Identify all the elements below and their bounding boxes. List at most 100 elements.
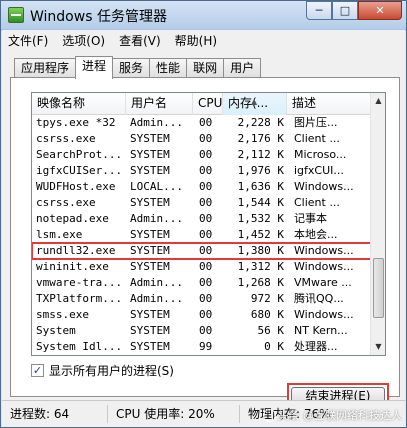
cell-user-name: SYSTEM	[130, 164, 170, 177]
cell-description: Client ...	[294, 132, 340, 145]
cell-user-name: SYSTEM	[130, 132, 170, 145]
vertical-scrollbar[interactable]: ▲ ▼	[370, 93, 385, 355]
watermark: 头条 @互联网络科技达人	[262, 407, 402, 423]
window-title: Windows 任务管理器	[30, 9, 167, 25]
menu-bar: 文件(F) 选项(O) 查看(V) 帮助(H)	[2, 30, 405, 50]
cell-cpu: 00	[199, 132, 213, 145]
scrollbar-thumb[interactable]	[373, 258, 384, 318]
cell-user-name: Admin...	[130, 292, 183, 305]
cell-cpu: 00	[199, 292, 213, 305]
cell-image-name: System	[36, 324, 76, 337]
column-memory[interactable]: 内存(... ▲	[223, 93, 287, 115]
cell-user-name: SYSTEM	[130, 196, 170, 209]
menu-view[interactable]: 查看(V)	[119, 32, 161, 49]
column-memory-label: 内存(...	[228, 96, 269, 110]
cell-description: 处理器...	[294, 340, 338, 353]
cell-description: 本地会...	[294, 228, 338, 241]
close-button[interactable]: ✕	[358, 1, 402, 20]
cell-user-name: Admin...	[130, 212, 183, 225]
table-row[interactable]: csrss.exe SYSTEM 00 2,176 K Client ...	[32, 131, 372, 147]
cell-cpu: 00	[199, 212, 213, 225]
cell-cpu: 00	[199, 308, 213, 321]
table-row[interactable]: igfxCUISer... SYSTEM 00 1,976 K igfxCUI...	[32, 163, 372, 179]
cell-cpu: 00	[199, 116, 213, 129]
cell-cpu: 00	[199, 260, 213, 273]
column-description[interactable]: 描述	[287, 93, 372, 115]
process-list-header: 映像名称 用户名 CPU 内存(... ▲ 描述	[32, 93, 372, 115]
tab-networking[interactable]: 联网	[186, 58, 225, 78]
table-row[interactable]: smss.exe SYSTEM 00 680 K Windows...	[32, 307, 372, 323]
process-rows: tpys.exe *32 Admin... 00 2,228 K 图片压... csrss…	[32, 115, 373, 355]
cell-description: Windows...	[294, 244, 354, 257]
cell-memory: 0 K	[264, 340, 284, 353]
show-all-users-checkbox[interactable]: ✓	[31, 364, 44, 377]
client-area: 应用程序 进程 服务 性能 联网 用户 映像名称 用户名 CPU 内存(... ▲…	[2, 50, 405, 409]
task-manager-icon	[8, 7, 24, 23]
cell-image-name: tpys.exe *32	[36, 116, 116, 129]
cell-cpu: 00	[199, 228, 213, 241]
cell-image-name: smss.exe	[36, 308, 89, 321]
table-row[interactable]: wininit.exe SYSTEM 00 1,312 K Windows...	[32, 259, 372, 275]
tab-services[interactable]: 服务	[112, 58, 151, 78]
cell-description: Windows...	[294, 308, 354, 321]
table-row[interactable]: notepad.exe Admin... 00 1,532 K 记事本	[32, 211, 372, 227]
cell-memory: 2,112 K	[237, 148, 284, 161]
table-row-selected[interactable]: rundll32.exe SYSTEM 00 1,380 K Windows...	[32, 242, 373, 260]
cell-cpu: 00	[199, 196, 213, 209]
minimize-button[interactable]: ─	[306, 1, 332, 20]
table-row[interactable]: System SYSTEM 00 56 K NT Kern...	[32, 323, 372, 339]
table-row[interactable]: tpys.exe *32 Admin... 00 2,228 K 图片压...	[32, 115, 372, 131]
show-all-users-option[interactable]: ✓ 显示所有用户的进程(S)	[31, 362, 174, 379]
cell-memory: 1,976 K	[237, 164, 284, 177]
cell-description: NT Kern...	[294, 324, 348, 337]
cell-user-name: Admin...	[130, 276, 183, 289]
cell-memory: 1,380 K	[237, 244, 284, 257]
cell-image-name: vmware-tra...	[36, 276, 123, 289]
table-row[interactable]: System Idl... SYSTEM 99 0 K 处理器...	[32, 339, 372, 355]
cell-user-name: SYSTEM	[130, 244, 170, 257]
table-row[interactable]: lsm.exe SYSTEM 00 1,452 K 本地会...	[32, 227, 372, 243]
cell-cpu: 00	[199, 276, 213, 289]
title-bar[interactable]: Windows 任务管理器 ─ □ ✕	[1, 1, 406, 29]
scroll-up-icon[interactable]: ▲	[371, 93, 385, 109]
cell-memory: 680 K	[250, 308, 284, 321]
cell-memory: 1,636 K	[237, 180, 284, 193]
cell-image-name: lsm.exe	[36, 228, 83, 241]
maximize-button[interactable]: □	[332, 1, 358, 20]
table-row[interactable]: vmware-tra... Admin... 00 1,268 K VMware ...	[32, 275, 372, 291]
tab-performance[interactable]: 性能	[149, 58, 188, 78]
cell-user-name: SYSTEM	[130, 308, 170, 321]
processes-panel: 映像名称 用户名 CPU 内存(... ▲ 描述 tpys.exe *32 Admi…	[10, 77, 400, 409]
table-row[interactable]: WUDFHost.exe LOCAL... 00 1,636 K Windows...	[32, 179, 372, 195]
menu-file[interactable]: 文件(F)	[8, 32, 48, 49]
status-process-count: 进程数: 64	[2, 405, 108, 423]
cell-memory: 972 K	[250, 292, 284, 305]
menu-help[interactable]: 帮助(H)	[175, 32, 217, 49]
cell-description: Microso...	[294, 148, 347, 161]
cell-image-name: TXPlatform...	[36, 292, 123, 305]
scroll-down-icon[interactable]: ▼	[371, 339, 385, 355]
column-image-name[interactable]: 映像名称	[32, 93, 126, 115]
cell-cpu: 00	[199, 180, 213, 193]
column-cpu[interactable]: CPU	[193, 93, 223, 115]
task-manager-window: Windows 任务管理器 ─ □ ✕ 文件(F) 选项(O) 查看(V) 帮助…	[0, 0, 407, 428]
menu-options[interactable]: 选项(O)	[62, 32, 105, 49]
cell-description: 腾讯QQ...	[294, 292, 344, 305]
tab-applications[interactable]: 应用程序	[14, 58, 77, 78]
table-row[interactable]: SearchProt... SYSTEM 00 2,112 K Microso...	[32, 147, 372, 163]
cell-image-name: notepad.exe	[36, 212, 109, 225]
tab-users[interactable]: 用户	[223, 58, 262, 78]
table-row[interactable]: csrss.exe SYSTEM 00 1,544 K Client ...	[32, 195, 372, 211]
cell-description: Client ...	[294, 196, 340, 209]
cell-description: Windows...	[294, 180, 354, 193]
cell-memory: 1,532 K	[237, 212, 284, 225]
watermark-logo-icon	[262, 408, 276, 422]
cell-user-name: SYSTEM	[130, 260, 170, 273]
cell-image-name: igfxCUISer...	[36, 164, 123, 177]
process-list[interactable]: 映像名称 用户名 CPU 内存(... ▲ 描述 tpys.exe *32 Admi…	[31, 92, 386, 356]
table-row[interactable]: TXPlatform... Admin... 00 972 K 腾讯QQ...	[32, 291, 372, 307]
tab-processes[interactable]: 进程	[75, 56, 114, 79]
window-controls: ─ □ ✕	[306, 1, 402, 21]
column-user-name[interactable]: 用户名	[126, 93, 193, 115]
cell-cpu: 99	[199, 340, 213, 353]
